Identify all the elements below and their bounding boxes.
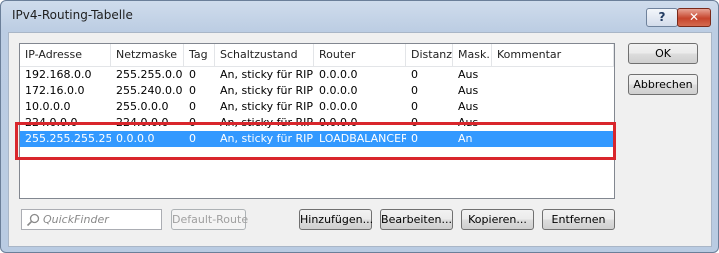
cell-mask: Aus <box>458 100 479 113</box>
cell-ip-address: 192.168.0.0 <box>25 68 92 81</box>
cell-router: 0.0.0.0 <box>319 68 358 81</box>
cell-router: 0.0.0.0 <box>319 84 358 97</box>
close-button[interactable]: ✕ <box>677 8 711 27</box>
cell-ip-address: 172.16.0.0 <box>25 84 85 97</box>
cell-netmask: 255.240.0.0 <box>116 84 183 97</box>
cell-comment <box>492 67 614 83</box>
cell-mask: Aus <box>458 68 479 81</box>
cell-distance: 0 <box>411 84 418 97</box>
column-header-tag[interactable]: Tag <box>184 44 215 66</box>
cell-state: An, sticky für RIP <box>220 100 314 113</box>
column-header-distance[interactable]: Distanz <box>406 44 453 66</box>
search-icon <box>26 213 40 227</box>
window-title: IPv4-Routing-Tabelle <box>12 8 133 22</box>
column-header-ip-address[interactable]: IP-Adresse <box>20 44 111 66</box>
cell-tag: 0 <box>189 68 196 81</box>
cell-comment <box>492 83 614 99</box>
cell-tag: 0 <box>189 84 196 97</box>
table-row[interactable]: 192.168.0.0 255.255.0.0 0 An, sticky für RI… <box>20 67 614 83</box>
annotation-highlight-box <box>15 122 616 160</box>
routing-table-dialog: IPv4-Routing-Tabelle ? ✕ IP-Adresse Netzm… <box>0 0 719 253</box>
column-header-router[interactable]: Router <box>314 44 406 66</box>
column-header-mask[interactable]: Mask. <box>453 44 492 66</box>
column-header-netmask[interactable]: Netzmaske <box>111 44 184 66</box>
cell-ip-address: 10.0.0.0 <box>25 100 71 113</box>
ok-button[interactable]: OK <box>628 43 698 64</box>
table-row[interactable]: 172.16.0.0 255.240.0.0 0 An, sticky für RIP… <box>20 83 614 99</box>
table-row[interactable]: 10.0.0.0 255.0.0.0 0 An, sticky für RIP 0.0.… <box>20 99 614 115</box>
edit-button[interactable]: Bearbeiten... <box>380 209 453 230</box>
remove-button[interactable]: Entfernen <box>542 209 615 230</box>
cell-router: 0.0.0.0 <box>319 100 358 113</box>
cell-netmask: 255.0.0.0 <box>116 100 169 113</box>
copy-button[interactable]: Kopieren... <box>461 209 534 230</box>
cell-distance: 0 <box>411 100 418 113</box>
routing-table[interactable]: IP-Adresse Netzmaske Tag Schaltzustand Route… <box>19 43 615 199</box>
cancel-button[interactable]: Abbrechen <box>628 74 698 95</box>
add-button[interactable]: Hinzufügen... <box>299 209 373 230</box>
cell-comment <box>492 99 614 115</box>
title-bar: IPv4-Routing-Tabelle ? ✕ <box>1 1 718 31</box>
table-header: IP-Adresse Netzmaske Tag Schaltzustand Route… <box>20 44 614 67</box>
quickfinder-placeholder: QuickFinder <box>43 213 109 226</box>
cell-distance: 0 <box>411 68 418 81</box>
dialog-client-area: IP-Adresse Netzmaske Tag Schaltzustand Route… <box>8 32 712 247</box>
cell-mask: Aus <box>458 84 479 97</box>
cell-tag: 0 <box>189 100 196 113</box>
column-header-state[interactable]: Schaltzustand <box>215 44 314 66</box>
cell-state: An, sticky für RIP <box>220 84 314 97</box>
column-header-comment[interactable]: Kommentar <box>492 44 614 66</box>
cell-state: An, sticky für RIP <box>220 68 314 81</box>
help-button[interactable]: ? <box>646 8 678 27</box>
quickfinder-input[interactable]: QuickFinder <box>21 209 162 230</box>
cell-netmask: 255.255.0.0 <box>116 68 183 81</box>
default-route-button[interactable]: Default-Route <box>171 209 248 230</box>
